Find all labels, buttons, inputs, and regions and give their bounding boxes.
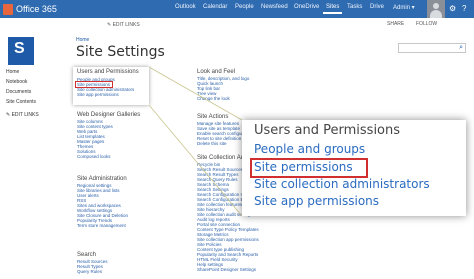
section-search: Search <box>77 252 97 258</box>
left-nav-documents[interactable]: Documents <box>6 89 31 95</box>
section-web-designer: Web Designer Galleries <box>77 112 141 118</box>
link-term-store[interactable]: Term store management <box>77 223 126 228</box>
link-delete-site[interactable]: Delete this site <box>197 141 227 146</box>
site-logo[interactable]: S <box>8 37 34 65</box>
search-icon[interactable]: ⌕ <box>459 44 463 52</box>
search-input[interactable]: ⌕ <box>398 43 466 53</box>
avatar-body <box>430 10 442 18</box>
page-title: Site Settings <box>76 44 165 60</box>
nav-admin[interactable]: Admin ▾ <box>393 4 415 11</box>
nav-onedrive[interactable]: OneDrive <box>294 4 319 10</box>
link-site-app-permissions[interactable]: Site app permissions <box>77 92 119 97</box>
section-site-actions: Site Actions <box>197 114 229 120</box>
user-avatar[interactable] <box>427 0 445 18</box>
left-nav-notebook[interactable]: Notebook <box>6 79 27 85</box>
left-nav-edit-links[interactable]: ✎ EDIT LINKS <box>6 112 39 118</box>
nav-sites[interactable]: Sites <box>322 4 343 14</box>
sharepoint-s-icon: S <box>14 40 25 57</box>
site-permissions-small-highlight <box>75 81 113 88</box>
office-logo-icon <box>3 3 13 15</box>
link-site-collection-admin-item[interactable]: SharePoint Designer Settings <box>197 267 256 272</box>
brand-label: Office 365 <box>16 4 57 14</box>
site-permissions-highlight-box <box>250 158 368 178</box>
callout-link-site-collection-admins[interactable]: Site collection administrators <box>254 177 430 191</box>
left-nav-site-contents[interactable]: Site Contents <box>6 99 36 105</box>
link-change-look[interactable]: Change the look <box>197 96 230 101</box>
callout-link-people-groups[interactable]: People and groups <box>254 142 365 156</box>
callout-title: Users and Permissions <box>254 123 401 138</box>
suite-bar: Office 365 Outlook Calendar People Newsf… <box>0 0 474 18</box>
avatar-head <box>433 3 439 9</box>
section-site-administration: Site Administration <box>77 176 127 182</box>
link-composed-looks[interactable]: Composed looks <box>77 154 111 159</box>
nav-drive[interactable]: Drive <box>370 4 384 10</box>
nav-newsfeed[interactable]: Newsfeed <box>261 4 288 10</box>
callout-link-site-app-permissions[interactable]: Site app permissions <box>254 194 379 208</box>
zoom-callout: Users and Permissions People and groups … <box>242 120 466 216</box>
section-look-feel: Look and Feel <box>197 69 236 75</box>
link-query-rules[interactable]: Query Rules <box>77 269 102 274</box>
breadcrumb[interactable]: Home <box>76 37 89 43</box>
nav-people[interactable]: People <box>235 4 254 10</box>
nav-calendar[interactable]: Calendar <box>203 4 227 10</box>
help-icon[interactable]: ? <box>462 4 466 14</box>
section-users-permissions: Users and Permissions <box>77 69 139 75</box>
office365-brand[interactable]: Office 365 <box>3 2 57 16</box>
top-edit-links[interactable]: ✎ EDIT LINKS <box>107 22 140 28</box>
share-button[interactable]: SHARE <box>387 21 404 27</box>
follow-button[interactable]: FOLLOW <box>416 21 437 27</box>
nav-outlook[interactable]: Outlook <box>175 4 196 10</box>
gear-icon[interactable]: ⚙ <box>449 4 456 14</box>
left-nav-home[interactable]: Home <box>6 69 19 75</box>
nav-tasks[interactable]: Tasks <box>347 4 362 10</box>
